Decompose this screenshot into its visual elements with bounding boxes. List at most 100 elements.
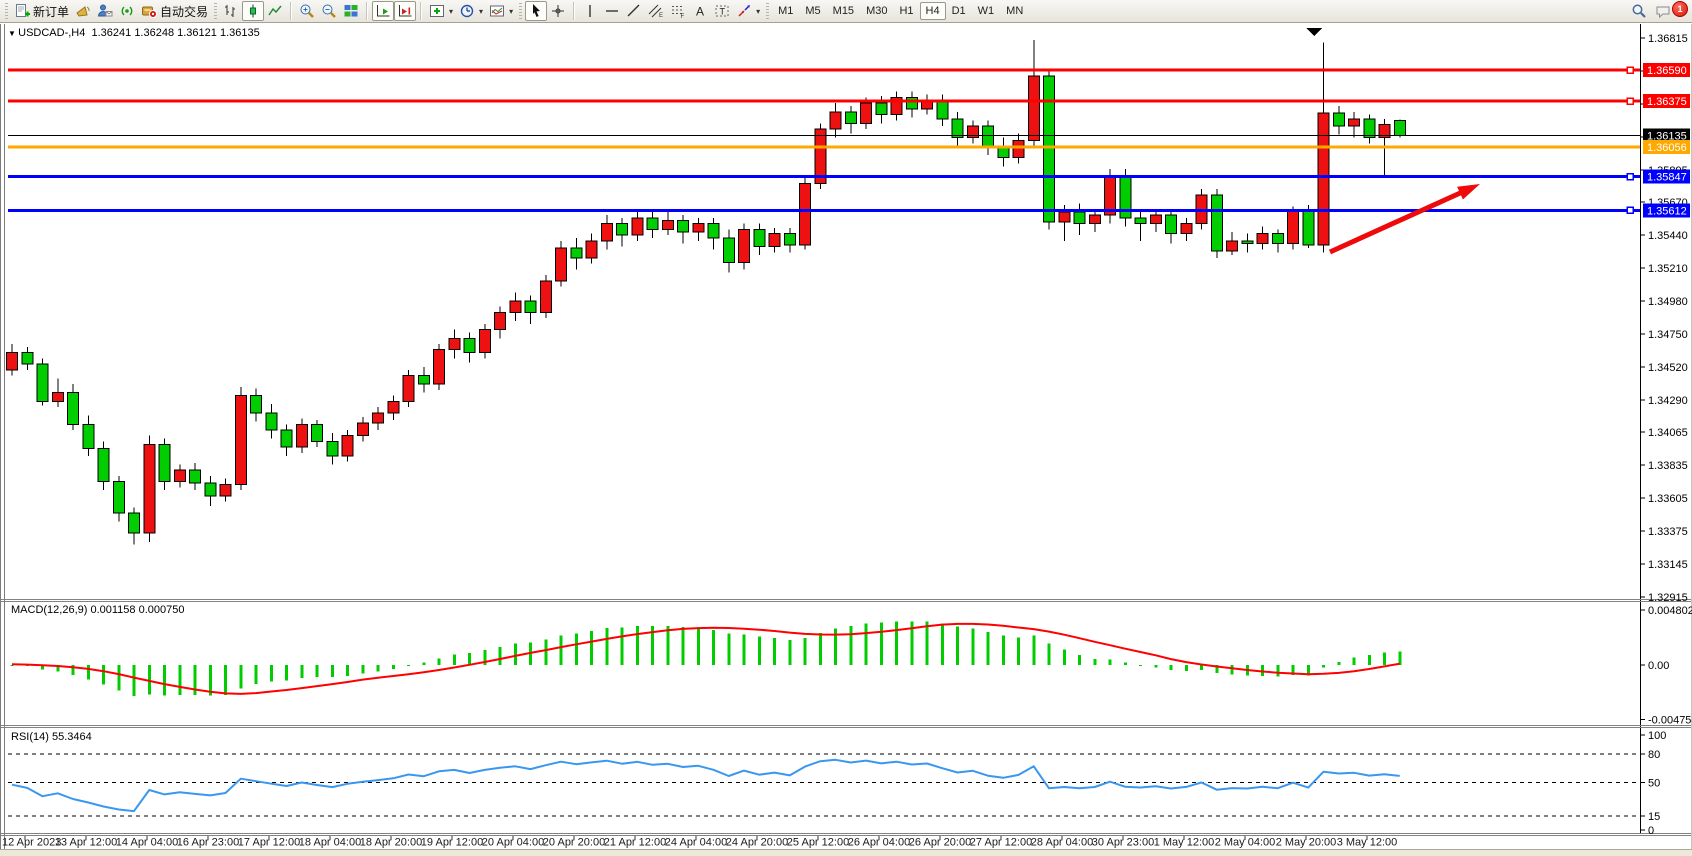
candle-body[interactable] [1394, 120, 1405, 135]
candle-body[interactable] [1150, 215, 1161, 224]
chart-canvas[interactable]: 1.368151.365851.363551.361251.358951.356… [0, 23, 1692, 856]
new-order-button[interactable]: 新订单 [11, 1, 72, 21]
candle-body[interactable] [525, 301, 536, 312]
candle-body[interactable] [1242, 241, 1253, 244]
candle-body[interactable] [1013, 140, 1024, 157]
timeframe-h4-button[interactable]: H4 [920, 2, 946, 20]
timeframe-m5-button[interactable]: M5 [799, 2, 826, 20]
candlestick-chart-button[interactable] [242, 1, 264, 21]
candle-body[interactable] [1318, 113, 1329, 245]
fibonacci-button[interactable]: F [667, 1, 689, 21]
candle-body[interactable] [7, 353, 18, 370]
candle-body[interactable] [144, 444, 155, 533]
candle-body[interactable] [418, 376, 429, 385]
tile-windows-button[interactable] [340, 1, 362, 21]
equidistant-channel-button[interactable]: E [645, 1, 667, 21]
indicators-button[interactable]: ▾ [426, 1, 456, 21]
candle-body[interactable] [373, 413, 384, 423]
autotrade-button[interactable]: 自动交易 [138, 1, 211, 21]
candle-body[interactable] [662, 221, 673, 230]
candle-body[interactable] [312, 424, 323, 441]
candle-body[interactable] [1272, 234, 1283, 244]
candle-body[interactable] [434, 350, 445, 384]
candle-body[interactable] [556, 248, 567, 281]
candle-body[interactable] [983, 126, 994, 147]
toolbar-grip[interactable] [214, 3, 217, 19]
candle-body[interactable] [1028, 76, 1039, 140]
trendline-button[interactable] [623, 1, 645, 21]
candle-body[interactable] [113, 482, 124, 514]
community-button[interactable] [94, 1, 116, 21]
candle-body[interactable] [159, 444, 170, 481]
candle-body[interactable] [1089, 215, 1100, 224]
candle-body[interactable] [37, 364, 48, 401]
search-button[interactable] [1628, 1, 1650, 21]
candle-body[interactable] [1181, 224, 1192, 234]
candle-body[interactable] [479, 330, 490, 353]
candle-body[interactable] [98, 449, 109, 482]
chart-shift-button[interactable] [394, 1, 416, 21]
timeframe-w1-button[interactable]: W1 [972, 2, 1001, 20]
candle-body[interactable] [540, 281, 551, 313]
candle-body[interactable] [769, 234, 780, 247]
candle-body[interactable] [1135, 218, 1146, 224]
candle-body[interactable] [68, 393, 79, 425]
candle-body[interactable] [1166, 215, 1177, 234]
signal-button[interactable] [116, 1, 138, 21]
candle-body[interactable] [952, 119, 963, 138]
candle-body[interactable] [571, 248, 582, 258]
toolbar-grip[interactable] [519, 3, 522, 19]
candle-body[interactable] [342, 436, 353, 456]
chart-dropdown-triangle-icon[interactable]: ▼ [8, 29, 18, 38]
candle-body[interactable] [449, 338, 460, 349]
text-label-button[interactable]: T [711, 1, 733, 21]
candle-body[interactable] [403, 376, 414, 402]
vertical-line-button[interactable] [579, 1, 601, 21]
auto-scroll-button[interactable] [372, 1, 394, 21]
candle-body[interactable] [845, 112, 856, 123]
candle-body[interactable] [296, 424, 307, 447]
candle-body[interactable] [647, 218, 658, 229]
candle-body[interactable] [205, 483, 216, 496]
line-chart-button[interactable] [264, 1, 286, 21]
candle-body[interactable] [784, 234, 795, 245]
candle-body[interactable] [22, 353, 33, 364]
candle-body[interactable] [998, 148, 1009, 158]
bar-chart-button[interactable] [220, 1, 242, 21]
price-line-handle[interactable] [1627, 207, 1633, 213]
arrows-button[interactable]: ▾ [733, 1, 763, 21]
candle-body[interactable] [1333, 113, 1344, 126]
timeframe-d1-button[interactable]: D1 [946, 2, 972, 20]
candle-body[interactable] [754, 229, 765, 246]
candle-body[interactable] [601, 224, 612, 241]
candle-body[interactable] [708, 224, 719, 238]
candle-body[interactable] [1288, 211, 1299, 244]
candle-body[interactable] [281, 430, 292, 447]
timeframe-m1-button[interactable]: M1 [772, 2, 799, 20]
cursor-button[interactable] [525, 1, 547, 21]
candle-body[interactable] [906, 97, 917, 108]
candle-body[interactable] [327, 441, 338, 455]
candle-body[interactable] [937, 100, 948, 119]
crosshair-button[interactable] [547, 1, 569, 21]
candle-body[interactable] [1059, 212, 1070, 222]
candle-body[interactable] [464, 338, 475, 352]
notification-badge[interactable]: 1 [1672, 1, 1688, 17]
candle-body[interactable] [693, 224, 704, 233]
timeframe-m30-button[interactable]: M30 [860, 2, 893, 20]
price-line-handle[interactable] [1627, 174, 1633, 180]
candle-body[interactable] [632, 218, 643, 235]
candle-body[interactable] [357, 423, 368, 436]
candle-body[interactable] [510, 301, 521, 312]
candle-body[interactable] [1044, 76, 1055, 222]
templates-button[interactable]: ▾ [486, 1, 516, 21]
timeframe-mn-button[interactable]: MN [1000, 2, 1029, 20]
candle-body[interactable] [235, 396, 246, 485]
candle-body[interactable] [1349, 119, 1360, 126]
candle-body[interactable] [266, 413, 277, 430]
candle-body[interactable] [617, 224, 628, 235]
horn-button[interactable] [72, 1, 94, 21]
candle-body[interactable] [678, 221, 689, 232]
candle-body[interactable] [174, 470, 185, 481]
horizontal-line-button[interactable] [601, 1, 623, 21]
